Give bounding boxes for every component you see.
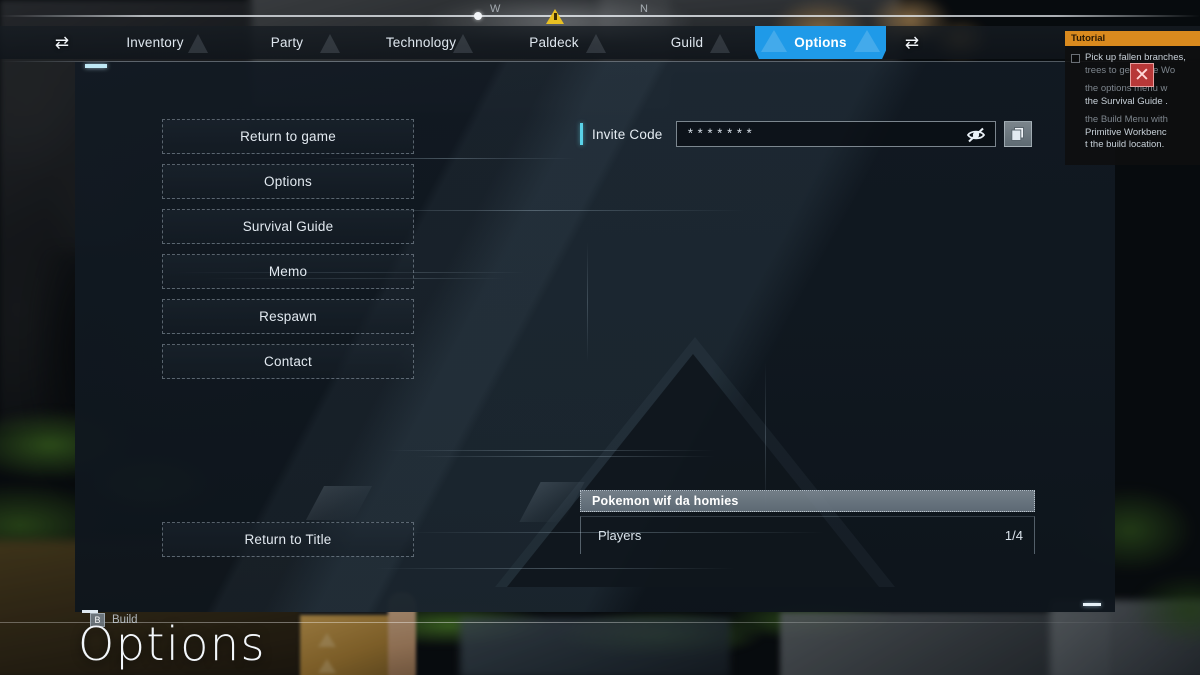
tab-bar-underline [0,61,1200,62]
eye-off-icon[interactable] [965,125,987,145]
warning-triangle-icon [546,9,564,24]
tutorial-title: Tutorial [1071,33,1106,44]
menu-item-contact[interactable]: Contact [162,344,414,379]
compass-dot-icon [474,12,482,20]
options-panel: Return to game Options Survival Guide Me… [75,62,1115,612]
tab-party[interactable]: Party [232,26,342,59]
menu-item-return-to-title[interactable]: Return to Title [162,522,414,557]
menu-item-options[interactable]: Options [162,164,414,199]
server-info-block: Pokemon wif da homies Players 1/4 [580,490,1035,554]
invite-code-label: Invite Code [592,126,663,142]
tab-technology[interactable]: Technology [365,26,477,59]
checkbox-icon[interactable] [1071,54,1080,63]
invite-code-accent-bar [580,123,583,145]
tutorial-line: Primitive Workbenc [1085,126,1167,138]
decor-trace [375,568,735,569]
tutorial-task-text: the Build Menu with Primitive Workbenc t… [1085,114,1168,152]
compass-direction-n: N [640,3,649,15]
page-title: Options [78,617,266,671]
tab-options[interactable]: Options [755,26,886,59]
options-menu-list: Return to game Options Survival Guide Me… [162,119,414,389]
tutorial-line: the Survival Guide . [1085,95,1168,107]
menu-item-respawn[interactable]: Respawn [162,299,414,334]
swap-right-icon[interactable]: ⇄ [895,26,929,59]
panel-corner-marker-topleft [85,64,107,68]
return-to-title-wrapper: Return to Title [162,522,414,567]
copy-icon [1010,127,1024,141]
tutorial-line: the Build Menu with [1085,114,1168,125]
players-count: 1/4 [1004,528,1023,543]
tutorial-task: the Build Menu with Primitive Workbenc t… [1071,114,1200,152]
decor-trace [385,450,715,451]
tab-guild[interactable]: Guild [632,26,742,59]
tutorial-panel: Tutorial Pick up fallen branches, trees … [1065,31,1200,165]
tab-inventory[interactable]: Inventory [100,26,210,59]
compass-band [0,15,1200,17]
close-x-icon[interactable]: ✕ [1130,63,1154,87]
decor-trace [415,456,715,457]
menu-item-survival-guide[interactable]: Survival Guide [162,209,414,244]
tutorial-header: Tutorial [1065,31,1200,46]
compass-strip: W N [0,0,1200,26]
tab-paldeck[interactable]: Paldeck [499,26,609,59]
main-tab-bar: ⇄ ⇄ Inventory Party Technology Paldeck G… [0,26,1200,62]
tutorial-line: Pick up fallen branches, [1085,52,1186,63]
tutorial-line: the options menu w [1085,83,1168,94]
swap-left-icon[interactable]: ⇄ [45,26,79,59]
server-players-row: Players 1/4 [580,516,1035,554]
players-label: Players [598,528,642,543]
server-name: Pokemon wif da homies [592,494,739,508]
tutorial-task-text: the options menu w the Survival Guide . [1085,83,1168,108]
compass-direction-w: W [490,3,501,15]
invite-code-row: Invite Code ******* [580,117,1032,151]
invite-code-value: ******* [686,126,756,142]
tutorial-line: t the build location. [1085,139,1165,150]
invite-code-input[interactable]: ******* [675,121,996,147]
menu-item-return-to-game[interactable]: Return to game [162,119,414,154]
menu-item-memo[interactable]: Memo [162,254,414,289]
bottom-title-area: B Build Options [0,585,1200,675]
decor-trace-vertical [587,242,588,362]
server-name-bar[interactable]: Pokemon wif da homies [580,490,1035,512]
copy-invite-code-button[interactable] [1003,121,1032,147]
